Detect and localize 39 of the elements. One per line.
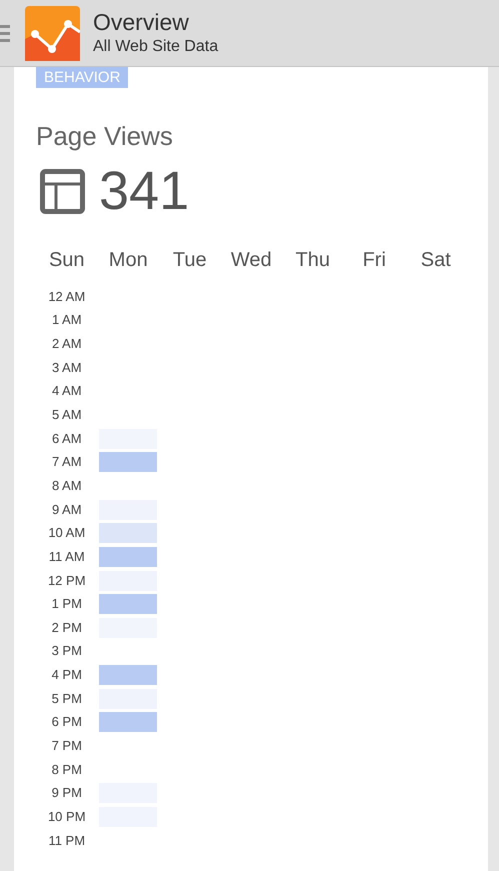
hour-label: 2 PM <box>52 620 82 636</box>
hour-label: 3 AM <box>52 360 82 376</box>
hour-label: 12 PM <box>48 572 86 588</box>
hour-label: 2 AM <box>52 336 82 352</box>
day-header: Sun <box>48 248 85 273</box>
hour-label: 10 PM <box>48 808 86 825</box>
hour-label: 1 AM <box>52 312 82 328</box>
hour-label: 5 PM <box>52 690 82 707</box>
hour-label: 8 AM <box>52 478 82 494</box>
hour-label: 11 AM <box>48 548 85 565</box>
hour-label: 6 PM <box>52 714 82 730</box>
hour-label: 11 PM <box>48 832 86 849</box>
analytics-logo-icon <box>25 6 80 60</box>
hour-label: 10 AM <box>48 525 86 542</box>
hour-label: 6 AM <box>52 430 82 447</box>
metric-label: Page Views <box>36 120 173 152</box>
hour-label: 7 PM <box>52 738 82 754</box>
table-layout-icon <box>40 168 85 214</box>
day-header: Mon <box>108 248 148 273</box>
hour-label: 8 PM <box>52 762 82 778</box>
screen-title: Overview <box>93 8 190 36</box>
metric-value: 341 <box>99 161 190 221</box>
day-header: Sat <box>420 248 451 273</box>
day-header: Thu <box>296 248 330 273</box>
hour-label: 7 AM <box>52 454 82 470</box>
hour-label: 4 AM <box>52 383 82 400</box>
hour-label: 9 AM <box>52 502 82 518</box>
menu-icon[interactable] <box>0 24 10 42</box>
section-tag: BEHAVIOR <box>36 67 128 88</box>
day-header: Fri <box>362 248 386 273</box>
hour-label: 12 AM <box>48 288 86 305</box>
hour-label: 9 PM <box>52 785 82 802</box>
hour-label: 5 AM <box>52 407 82 424</box>
hour-label: 1 PM <box>52 596 82 612</box>
day-header: Tue <box>172 248 207 273</box>
day-header: Wed <box>230 248 272 273</box>
hour-label: 4 PM <box>52 667 82 684</box>
screen-subtitle: All Web Site Data <box>93 37 218 57</box>
hour-label: 3 PM <box>52 643 82 660</box>
